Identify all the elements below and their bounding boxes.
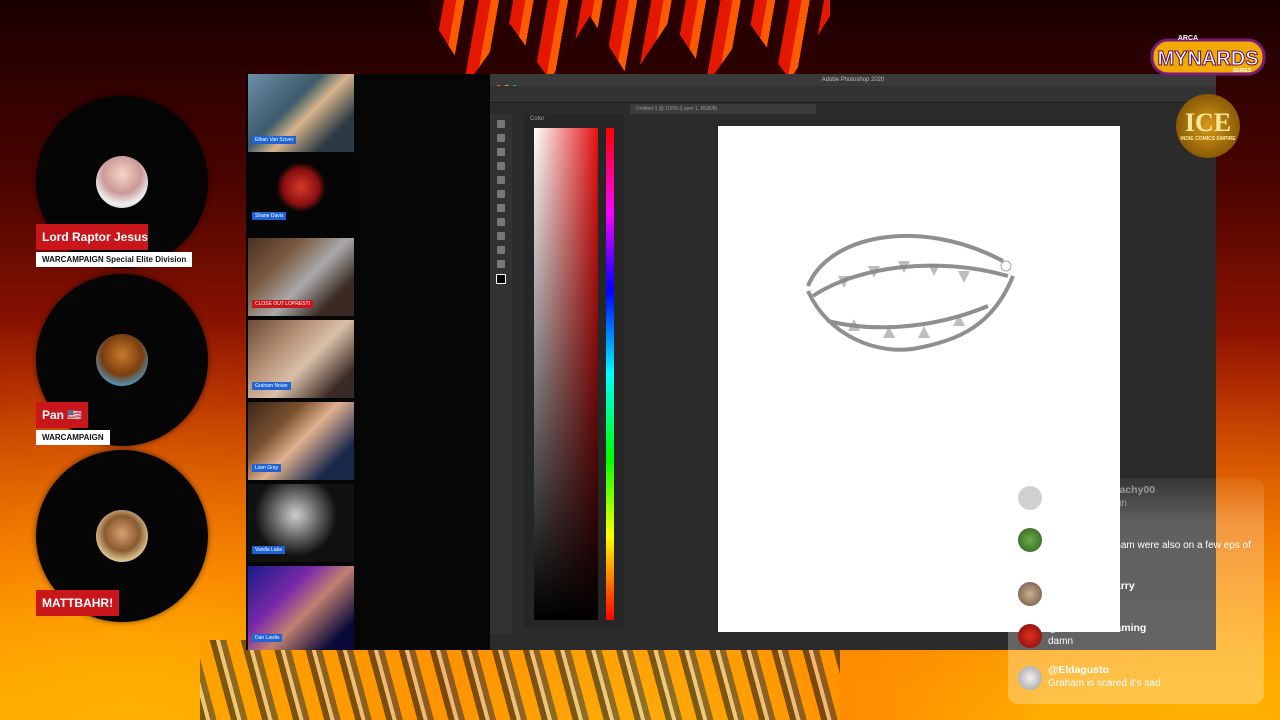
chat-text: damn <box>1048 636 1074 647</box>
camera-label: Ethan Van Sciver <box>252 136 297 144</box>
hand-tool-icon[interactable] <box>497 246 505 254</box>
participant-name: Pan 🇺🇸 <box>36 402 89 428</box>
options-bar[interactable] <box>490 86 1216 103</box>
color-picker-field[interactable] <box>534 128 598 620</box>
series-text: SERIES <box>1233 68 1252 74</box>
camera-tile: Graham Nolan <box>248 320 354 398</box>
chat-username: @SciFiislifeGaming <box>1048 622 1147 634</box>
chat-overlay: @vikingtimemachy00 everythings a pun @E1… <box>1008 478 1264 704</box>
chat-username: @E1337Neo <box>1048 526 1109 538</box>
participant-card-1: Lord Raptor Jesus WARCAMPAIGN Special El… <box>36 96 208 268</box>
avatar <box>1018 582 1042 606</box>
chat-message: @vikingtimemachy00 everythings a pun <box>1018 484 1258 520</box>
camera-label: Dan Lawlis <box>252 634 283 642</box>
camera-label: Graham Nolan <box>252 382 291 390</box>
pen-tool-icon[interactable] <box>497 218 505 226</box>
participant-name: Lord Raptor Jesus <box>36 224 148 250</box>
chat-text: Graham is scared it's sad <box>1048 678 1161 689</box>
camera-strip: Ethan Van Sciver Shane Davis CLOSE OUT L… <box>248 74 356 650</box>
avatar <box>1018 624 1042 648</box>
brush-tool-icon[interactable] <box>497 176 505 184</box>
zoom-tool-icon[interactable] <box>497 260 505 268</box>
chat-username: @vikingtimemachy00 <box>1048 484 1156 496</box>
chat-message: @RealSteveLarry Dan Gutless <box>1018 580 1258 616</box>
camera-tile: Ethan Van Sciver <box>248 74 354 152</box>
avatar <box>96 156 148 208</box>
dragon-art-bottom <box>200 640 840 720</box>
camera-tile: Liam Gray <box>248 402 354 480</box>
mynards-logo-text: MYNARDS <box>1157 48 1258 70</box>
chat-text: Dan Gutless <box>1048 594 1104 605</box>
chat-message: @SciFiislifeGaming damn <box>1018 622 1258 658</box>
participant-subtitle: WARCAMPAIGN Special Elite Division <box>36 252 193 267</box>
move-tool-icon[interactable] <box>497 120 505 128</box>
window-title: Adobe Photoshop 2020 <box>490 74 1216 86</box>
text-tool-icon[interactable] <box>497 232 505 240</box>
avatar <box>1018 528 1042 552</box>
foreground-color-icon[interactable] <box>496 274 506 284</box>
participant-subtitle: WARCAMPAIGN <box>36 430 110 445</box>
lasso-tool-icon[interactable] <box>497 148 505 156</box>
participant-name: MATTBAHR! <box>36 590 120 616</box>
marquee-tool-icon[interactable] <box>497 134 505 142</box>
camera-tile: Shane Davis <box>248 156 354 234</box>
hue-slider[interactable] <box>606 128 614 620</box>
camera-label: Liam Gray <box>252 464 282 472</box>
chat-username: @RealSteveLarry <box>1048 580 1135 592</box>
camera-label: Shane Davis <box>252 212 287 220</box>
ice-logo-text: ICE <box>1184 108 1232 137</box>
crop-tool-icon[interactable] <box>497 162 505 170</box>
camera-tile: Vanilla Labs <box>248 484 354 562</box>
mynards-series-logo: MYNARDS ARCA SERIES <box>1150 35 1266 76</box>
chat-message: @Eldagusto Graham is scared it's sad <box>1018 664 1258 700</box>
chat-text: Chuck and Graham were also on a few eps … <box>1048 540 1251 563</box>
avatar <box>1018 666 1042 690</box>
participant-card-2: Pan 🇺🇸 WARCAMPAIGN <box>36 274 208 446</box>
gradient-tool-icon[interactable] <box>497 204 505 212</box>
camera-tile: CLOSE OUT LOPRESTI <box>248 238 354 316</box>
participant-card-3: MATTBAHR! <box>36 450 208 622</box>
avatar <box>96 334 148 386</box>
avatar <box>96 510 148 562</box>
camera-label: Vanilla Labs <box>252 546 285 554</box>
camera-tile: Dan Lawlis <box>248 566 354 650</box>
chat-message: @E1337Neo Chuck and Graham were also on … <box>1018 526 1258 572</box>
chat-username: @Eldagusto <box>1048 664 1109 676</box>
avatar <box>1018 486 1042 510</box>
ice-logo-subtitle: INDIE COMICS EMPIRE <box>1180 136 1236 142</box>
chat-text: everythings a pun <box>1048 498 1127 509</box>
color-panel-title: Color <box>530 116 545 122</box>
tools-panel[interactable] <box>490 114 512 634</box>
ice-logo: ICE INDIE COMICS EMPIRE <box>1176 94 1240 158</box>
camera-label: CLOSE OUT LOPRESTI <box>252 300 313 308</box>
color-panel: Color <box>524 114 624 628</box>
arca-badge: ARCA <box>1178 35 1198 42</box>
eraser-tool-icon[interactable] <box>497 190 505 198</box>
document-tab[interactable]: Untitled-1 @ 100% (Layer 1, RGB/8) <box>630 104 816 114</box>
flame-art-top <box>430 0 830 80</box>
